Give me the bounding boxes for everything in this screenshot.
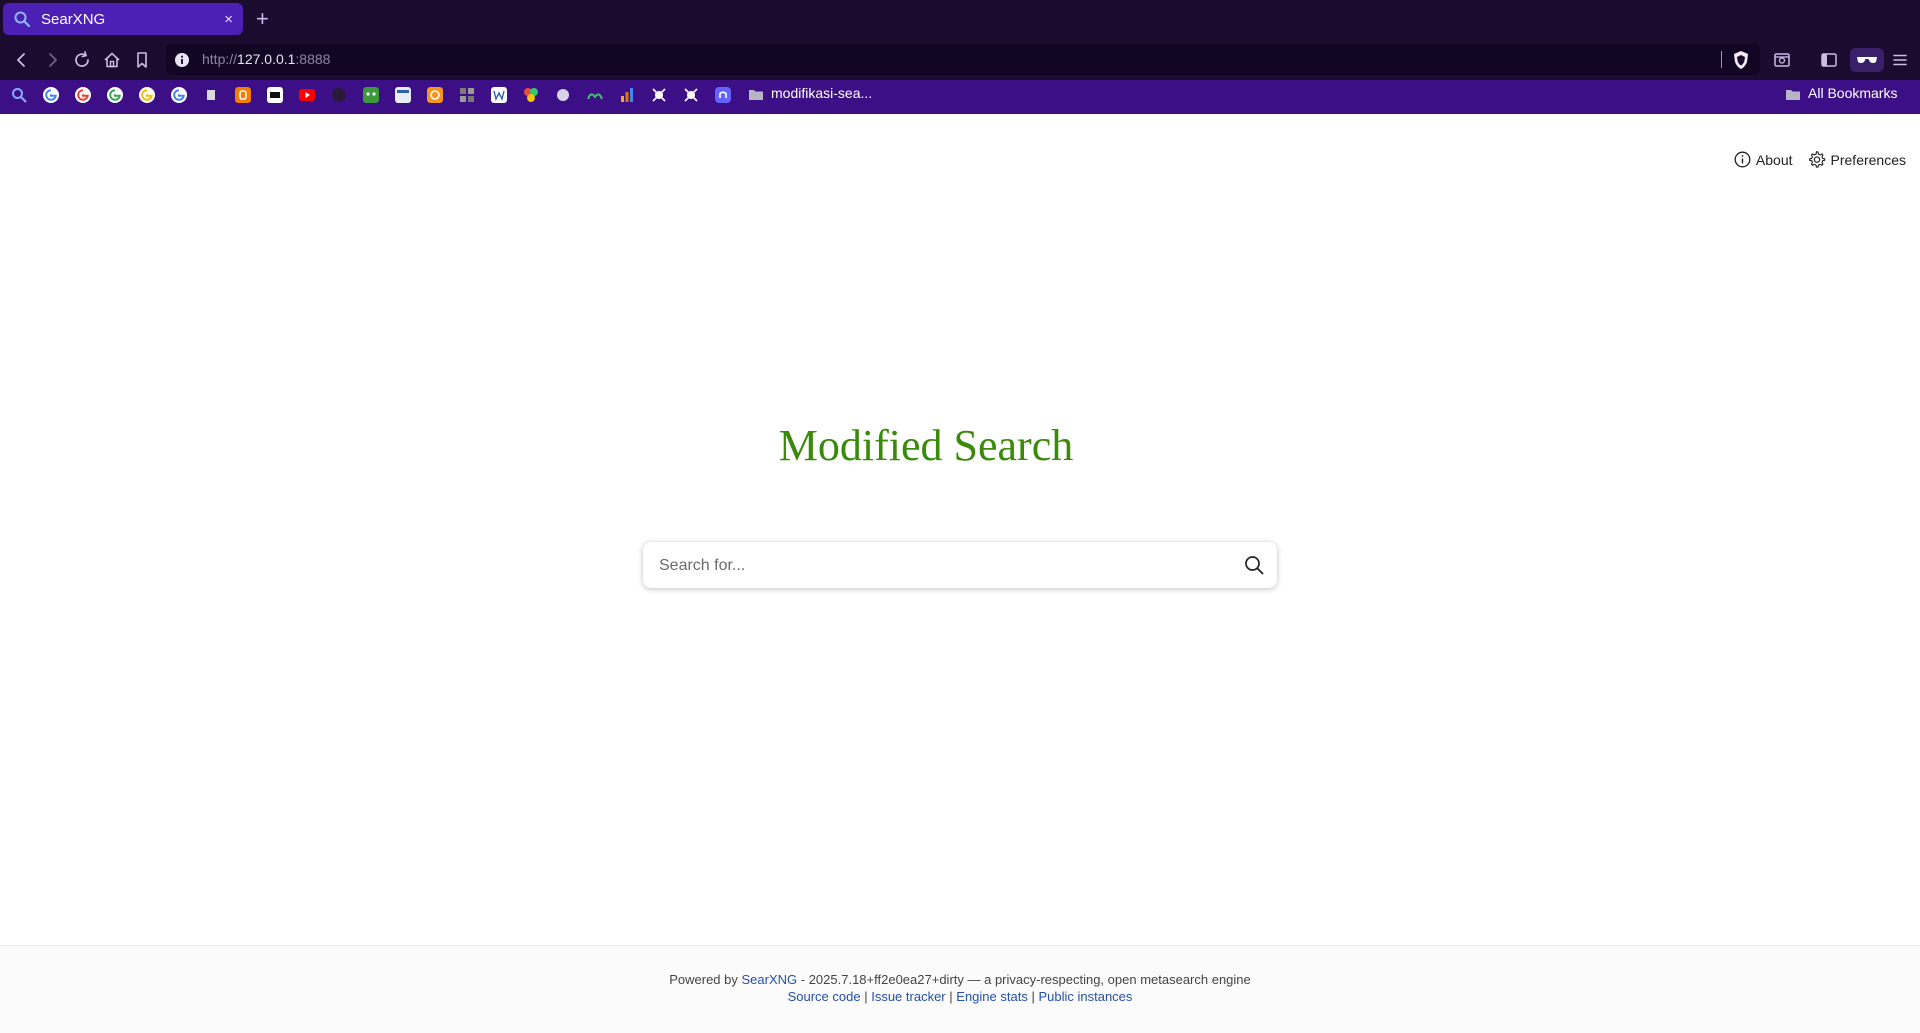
reload-icon[interactable]	[72, 50, 92, 70]
searxng-page: About Preferences Modified Search	[0, 114, 1920, 1032]
site-logo-title: Modified Search	[778, 421, 1074, 470]
source-code-link[interactable]: Source code	[788, 989, 861, 1004]
bookmark-colorful-icon[interactable]	[523, 87, 539, 103]
search-icon	[14, 11, 31, 28]
address-bar[interactable]: http://127.0.0.1:8888	[166, 44, 1760, 75]
folder-icon[interactable]	[748, 87, 764, 103]
tab-searxng[interactable]: SearXNG ×	[3, 3, 243, 35]
bookmarks-bar	[0, 80, 1920, 114]
powered-by-text: Powered by	[669, 972, 738, 987]
forward-icon[interactable]	[42, 50, 62, 70]
back-icon[interactable]	[12, 50, 32, 70]
preferences-link[interactable]: Preferences	[1807, 150, 1906, 169]
reader-mode-icon[interactable]	[1772, 50, 1792, 70]
bookmark-wiki-icon[interactable]	[491, 87, 507, 103]
issue-tracker-link[interactable]: Issue tracker	[871, 989, 945, 1004]
bookmark-youtube-icon[interactable]	[299, 87, 315, 103]
bookmark-search-icon[interactable]	[11, 87, 27, 103]
bookmark-green-wave-icon[interactable]	[587, 87, 603, 103]
new-tab-button[interactable]: +	[256, 6, 269, 32]
bookmark-google-icon[interactable]	[107, 87, 123, 103]
bookmark-bug-icon[interactable]	[683, 87, 699, 103]
bookmark-bug-icon[interactable]	[651, 87, 667, 103]
bookmark-sm-icon[interactable]	[267, 87, 283, 103]
url-scheme: http://	[202, 51, 238, 67]
engine-stats-link[interactable]: Engine stats	[956, 989, 1028, 1004]
about-link[interactable]: About	[1734, 150, 1793, 169]
about-label: About	[1755, 151, 1793, 168]
footer-separator: |	[864, 989, 868, 1004]
search-input[interactable]	[657, 542, 1221, 590]
search-box	[643, 542, 1277, 590]
profile-glasses-icon[interactable]	[1850, 48, 1884, 72]
footer-separator: |	[949, 989, 953, 1004]
close-tab-icon[interactable]: ×	[224, 11, 233, 28]
home-icon[interactable]	[102, 50, 122, 70]
footer-powered-line: Powered by SearXNG - 2025.7.18+ff2e0ea27…	[0, 972, 1920, 987]
tab-title: SearXNG	[41, 10, 106, 28]
bookmark-window-icon[interactable]	[395, 87, 411, 103]
bookmark-document-icon[interactable]	[203, 87, 219, 103]
brave-shield-icon[interactable]	[1732, 50, 1750, 70]
bookmark-bar-chart-icon[interactable]	[619, 87, 635, 103]
searxng-link[interactable]: SearXNG	[742, 972, 798, 987]
bookmark-google-icon[interactable]	[139, 87, 155, 103]
bookmark-google-icon[interactable]	[43, 87, 59, 103]
bookmark-orange-icon[interactable]	[427, 87, 443, 103]
top-navigation: About Preferences	[1734, 150, 1906, 169]
bookmark-google-icon[interactable]	[171, 87, 187, 103]
all-bookmarks-button[interactable]: All Bookmarks	[1808, 85, 1897, 101]
search-button-icon[interactable]	[1243, 554, 1265, 576]
version-text: - 2025.7.18+ff2e0ea27+dirty — a privacy-…	[800, 972, 1251, 987]
info-icon	[1734, 151, 1751, 168]
bookmark-google-icon[interactable]	[75, 87, 91, 103]
footer-separator: |	[1031, 989, 1035, 1004]
site-info-icon[interactable]	[174, 52, 190, 68]
address-separator	[1721, 51, 1722, 68]
bookmark-white-blob-icon[interactable]	[555, 87, 571, 103]
bookmark-dark-circle-icon[interactable]	[331, 87, 347, 103]
bookmark-grid-icon[interactable]	[459, 87, 475, 103]
folder-icon[interactable]	[1785, 87, 1801, 103]
url-port: :8888	[295, 51, 331, 67]
footer-links: Source code | Issue tracker | Engine sta…	[0, 989, 1920, 1004]
menu-icon[interactable]	[1890, 50, 1910, 70]
url-text[interactable]: http://127.0.0.1:8888	[202, 51, 330, 67]
url-host: 127.0.0.1	[237, 51, 296, 67]
bookmark-mastodon-icon[interactable]	[715, 87, 731, 103]
bookmark-green-face-icon[interactable]	[363, 87, 379, 103]
public-instances-link[interactable]: Public instances	[1038, 989, 1132, 1004]
page-footer: Powered by SearXNG - 2025.7.18+ff2e0ea27…	[0, 945, 1920, 1033]
preferences-label: Preferences	[1830, 151, 1906, 168]
sidebar-toggle-icon[interactable]	[1819, 50, 1839, 70]
tab-strip: SearXNG × +	[0, 0, 1920, 40]
bookmark-page-icon[interactable]	[132, 50, 152, 70]
navigation-toolbar: http://127.0.0.1:8888	[0, 40, 1920, 80]
bookmark-blogger-icon[interactable]	[235, 87, 251, 103]
gear-icon	[1808, 151, 1825, 168]
bookmark-folder-modifikasi[interactable]: modifikasi-sea...	[771, 85, 872, 101]
